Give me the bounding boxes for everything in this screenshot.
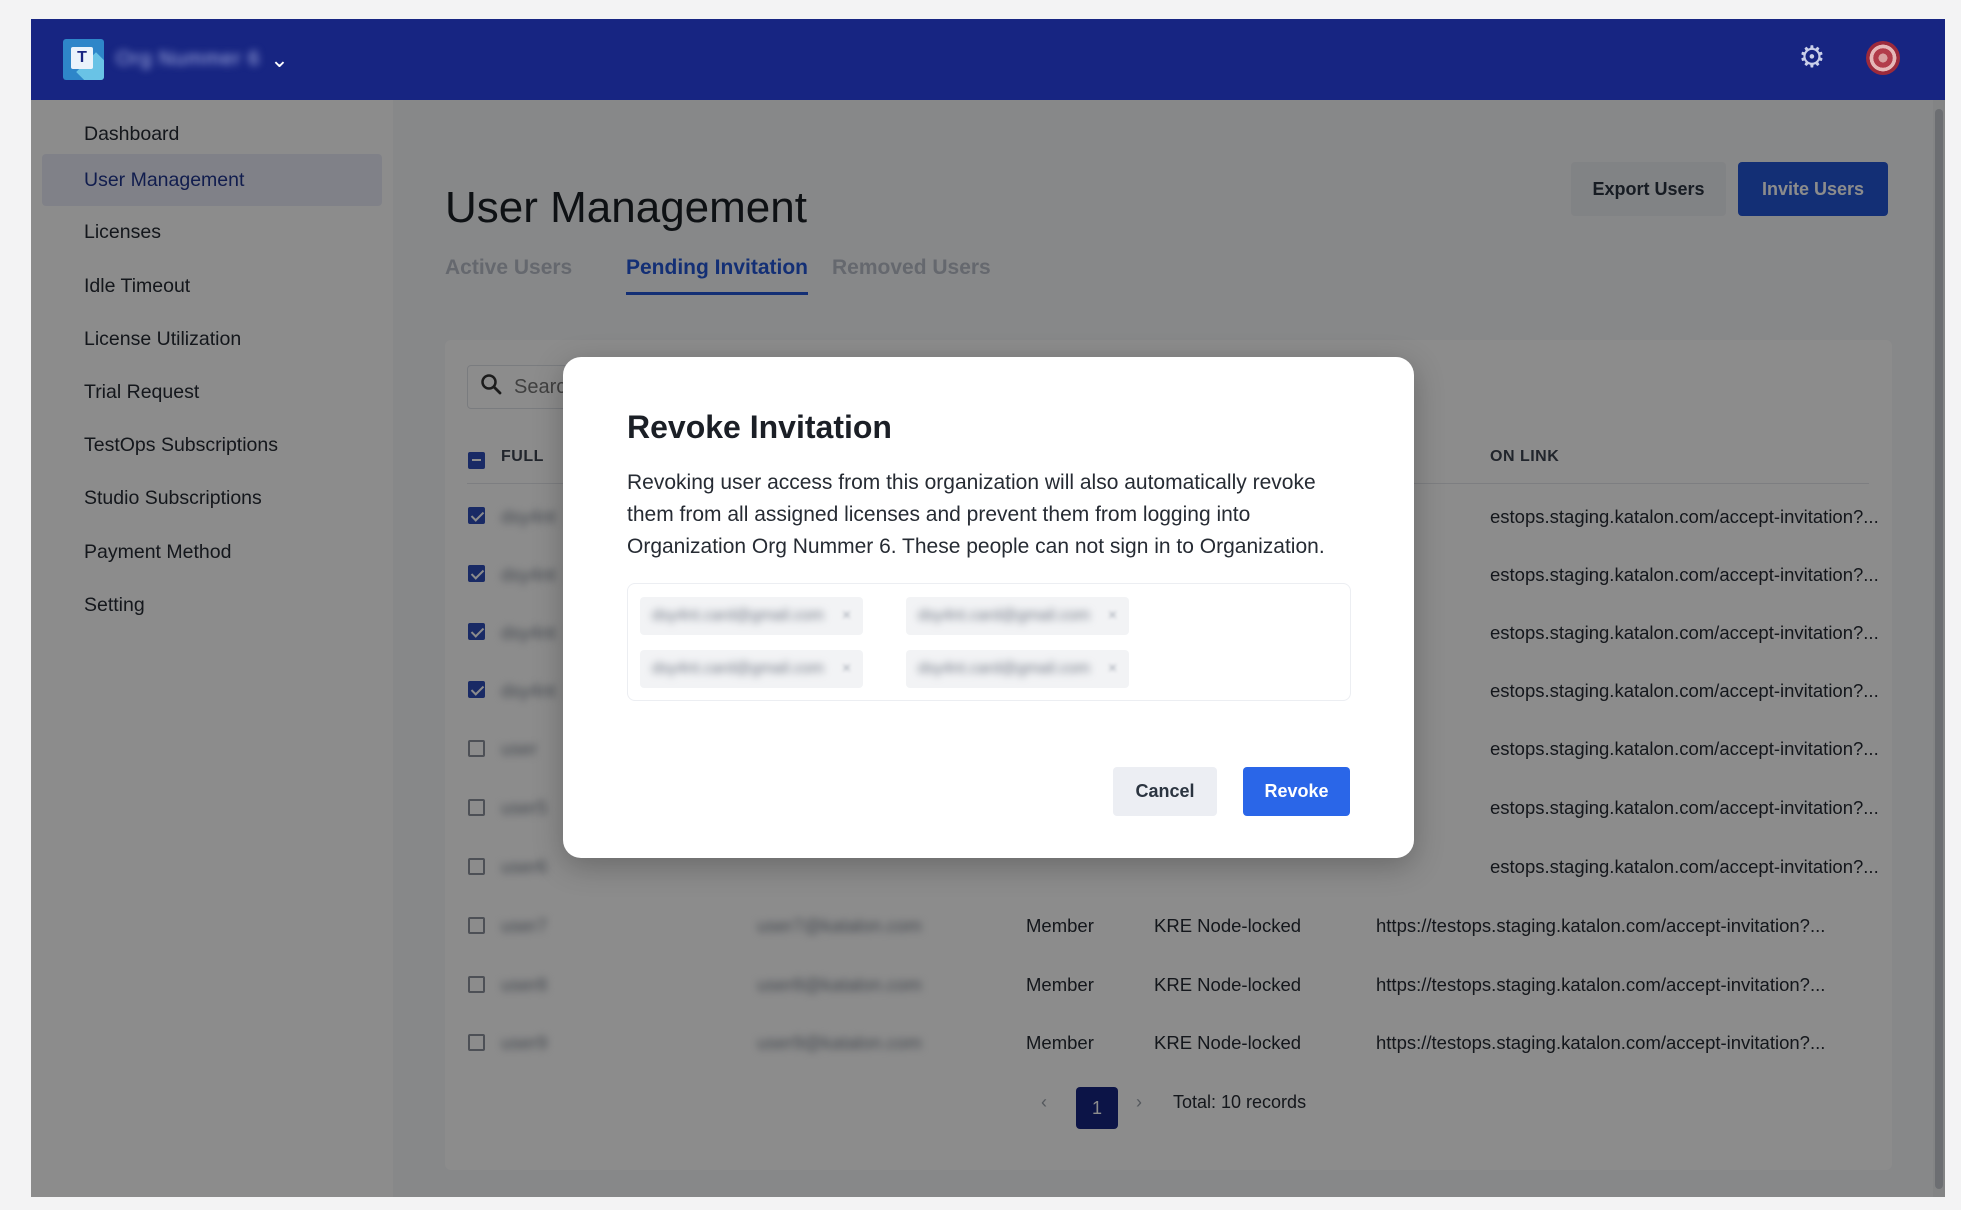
close-icon[interactable]: × <box>1108 660 1117 678</box>
chevron-down-icon[interactable]: ⌄ <box>270 47 288 73</box>
top-navbar: T Org Nummer 6 ⌄ ⚙ <box>31 19 1945 100</box>
revoke-button[interactable]: Revoke <box>1243 767 1350 816</box>
cancel-button[interactable]: Cancel <box>1113 767 1217 816</box>
user-chip: dsy4nt.card@gmail.com × <box>906 650 1130 688</box>
user-chip: dsy4nt.card@gmail.com × <box>640 597 864 635</box>
org-switcher[interactable]: T Org Nummer 6 ⌄ <box>63 39 289 80</box>
chip-email: dsy4nt.card@gmail.com <box>918 607 1090 624</box>
dialog-title: Revoke Invitation <box>627 409 892 445</box>
org-name: Org Nummer 6 <box>116 48 261 70</box>
revoke-invitation-dialog: Revoke Invitation Revoking user access f… <box>563 357 1414 858</box>
gear-icon[interactable]: ⚙ <box>1796 42 1828 74</box>
dialog-body: Revoking user access from this organizat… <box>627 471 1325 558</box>
chip-email: dsy4nt.card@gmail.com <box>652 607 824 624</box>
org-logo-letter: T <box>71 47 93 69</box>
avatar[interactable] <box>1866 41 1900 75</box>
close-icon[interactable]: × <box>842 607 851 625</box>
close-icon[interactable]: × <box>842 660 851 678</box>
chip-email: dsy4nt.card@gmail.com <box>652 660 824 677</box>
org-logo: T <box>63 39 104 80</box>
chip-email: dsy4nt.card@gmail.com <box>918 660 1090 677</box>
close-icon[interactable]: × <box>1108 607 1117 625</box>
selected-users-box: dsy4nt.card@gmail.com × dsy4nt.card@gmai… <box>627 583 1351 701</box>
user-chip: dsy4nt.card@gmail.com × <box>906 597 1130 635</box>
user-chip: dsy4nt.card@gmail.com × <box>640 650 864 688</box>
top-icons: ⚙ <box>1796 41 1900 75</box>
